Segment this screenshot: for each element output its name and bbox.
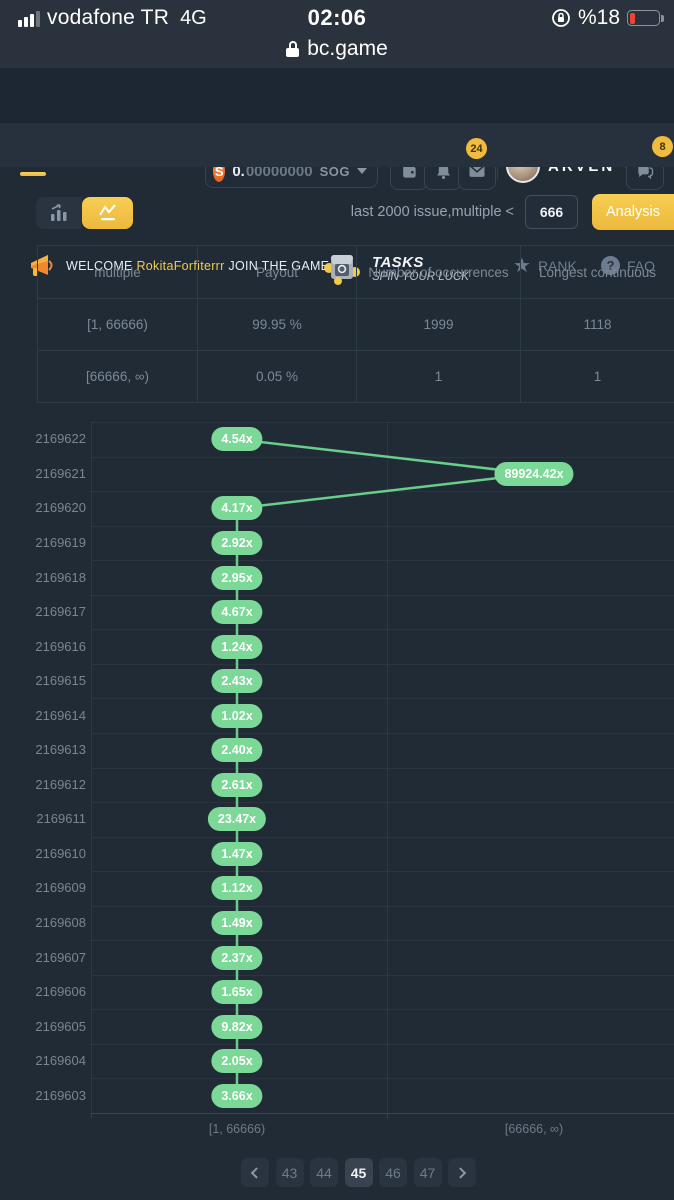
chat-badge: 8 xyxy=(652,136,673,157)
filter-label: last 2000 issue,multiple < xyxy=(351,204,514,220)
battery-icon xyxy=(627,10,660,26)
mail-badge: 24 xyxy=(466,138,487,159)
multiplier-pill[interactable]: 9.82x xyxy=(211,1015,262,1039)
multiplier-pill[interactable]: 1.65x xyxy=(211,980,262,1004)
chevron-left-icon xyxy=(251,1167,262,1178)
prev-page-button[interactable] xyxy=(241,1158,269,1187)
axis-tick xyxy=(387,1114,388,1118)
stats-table: multiple Payout Number of occurrences Lo… xyxy=(37,245,674,403)
multiplier-pill[interactable]: 23.47x xyxy=(208,807,266,831)
url-bar[interactable]: bc.game xyxy=(307,37,388,61)
page-button-47[interactable]: 47 xyxy=(414,1158,442,1187)
page-button-44[interactable]: 44 xyxy=(310,1158,338,1187)
multiplier-pill[interactable]: 4.67x xyxy=(211,600,262,624)
cell-payout-high: 0.05 % xyxy=(198,351,357,403)
next-page-button[interactable] xyxy=(448,1158,476,1187)
chevron-right-icon xyxy=(455,1167,466,1178)
col-header-occurrences: Number of occurrences xyxy=(357,246,521,299)
table-header-row: multiple Payout Number of occurrences Lo… xyxy=(38,246,674,299)
multiplier-pill[interactable]: 1.02x xyxy=(211,704,262,728)
battery-percent-label: %18 xyxy=(578,6,620,30)
page-button-45[interactable]: 45 xyxy=(345,1158,373,1187)
cell-longest-high: 1 xyxy=(521,351,674,403)
col-header-payout: Payout xyxy=(198,246,357,299)
status-bar: vodafone TR 4G 02:06 %18 bc.game xyxy=(0,0,674,68)
multiplier-pill[interactable]: 4.54x xyxy=(211,427,262,451)
col-header-multiple: multiple xyxy=(38,246,198,299)
multiplier-pill[interactable]: 4.17x xyxy=(211,496,262,520)
analysis-button[interactable]: Analysis xyxy=(592,194,674,230)
x-axis xyxy=(91,1113,674,1114)
orientation-lock-icon xyxy=(551,8,571,28)
axis-tick xyxy=(91,1114,92,1118)
x-category-label: [66666, ∞) xyxy=(505,1122,563,1136)
multiplier-chart: 21696224.54x216962189924.42x21696204.17x… xyxy=(0,422,674,1143)
multiplier-pill[interactable]: 3.66x xyxy=(211,1084,262,1108)
multiplier-pill[interactable]: 2.05x xyxy=(211,1049,262,1073)
multiplier-pill[interactable]: 2.37x xyxy=(211,946,262,970)
cell-occ-low: 1999 xyxy=(357,299,521,351)
multiplier-pill[interactable]: 89924.42x xyxy=(494,462,573,486)
cell-payout-low: 99.95 % xyxy=(198,299,357,351)
pagination: 4344454647 xyxy=(241,1158,476,1187)
cell-range-high: [66666, ∞) xyxy=(38,351,198,403)
https-lock-icon xyxy=(286,41,299,57)
page-button-46[interactable]: 46 xyxy=(379,1158,407,1187)
chart-line xyxy=(0,422,674,1113)
line-chart-toggle[interactable] xyxy=(82,197,133,229)
chart-type-toggle xyxy=(36,197,133,229)
line-chart-icon xyxy=(97,202,119,224)
page: vodafone TR 4G 02:06 %18 bc.game S 0 xyxy=(0,0,674,1200)
multiplier-pill[interactable]: 2.95x xyxy=(211,566,262,590)
cell-longest-low: 1118 xyxy=(521,299,674,351)
multiplier-pill[interactable]: 2.61x xyxy=(211,773,262,797)
welcome-banner: WELCOME RokitaForfiterrr JOIN THE GAME T… xyxy=(0,123,674,167)
page-button-43[interactable]: 43 xyxy=(276,1158,304,1187)
multiplier-pill[interactable]: 2.43x xyxy=(211,669,262,693)
table-row: [66666, ∞) 0.05 % 1 1 xyxy=(38,351,674,403)
bar-chart-icon xyxy=(48,202,70,224)
multiplier-pill[interactable]: 1.49x xyxy=(211,911,262,935)
multiplier-pill[interactable]: 1.12x xyxy=(211,876,262,900)
chevron-down-icon xyxy=(357,168,367,174)
app-header: S 0. 00000000 SOG 24 xyxy=(0,68,674,123)
x-category-label: [1, 66666) xyxy=(209,1122,265,1136)
bar-chart-toggle[interactable] xyxy=(36,197,82,229)
multiplier-pill[interactable]: 2.92x xyxy=(211,531,262,555)
multiplier-pill[interactable]: 1.24x xyxy=(211,635,262,659)
table-row: [1, 66666) 99.95 % 1999 1118 xyxy=(38,299,674,351)
multiple-threshold-input[interactable] xyxy=(525,195,578,229)
col-header-longest: Longest continuous xyxy=(521,246,674,299)
multiplier-pill[interactable]: 2.40x xyxy=(211,738,262,762)
cell-occ-high: 1 xyxy=(357,351,521,403)
multiplier-pill[interactable]: 1.47x xyxy=(211,842,262,866)
cell-range-low: [1, 66666) xyxy=(38,299,198,351)
